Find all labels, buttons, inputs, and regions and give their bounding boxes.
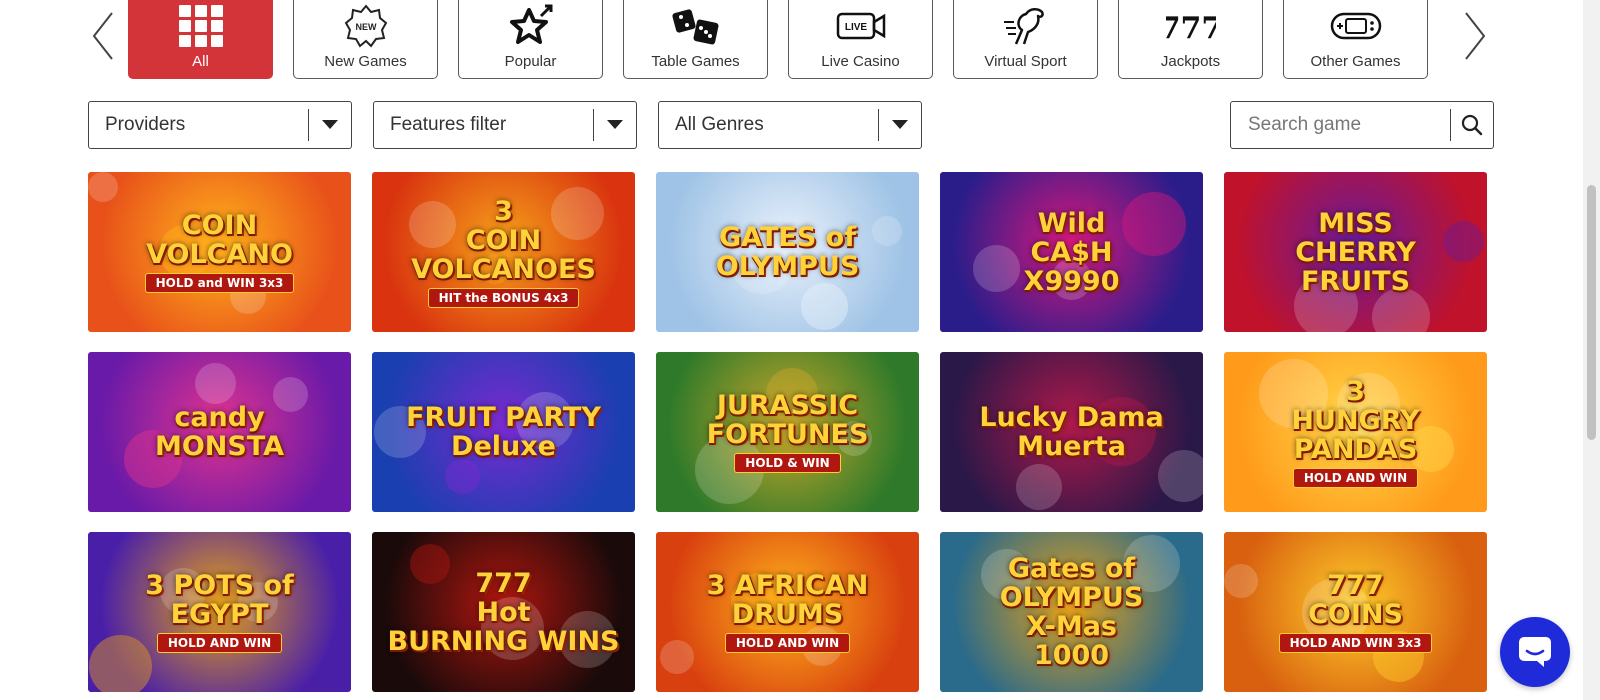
game-title: MISS CHERRY FRUITS bbox=[1295, 207, 1416, 297]
tile-artwork-shape bbox=[88, 172, 118, 202]
game-subtitle: HOLD & WIN bbox=[734, 453, 841, 473]
tile-artwork-shape bbox=[1016, 464, 1062, 510]
categories-next-arrow[interactable] bbox=[1460, 8, 1490, 64]
features-filter-value: Features filter bbox=[390, 114, 507, 135]
game-subtitle: HOLD and WIN 3x3 bbox=[144, 273, 295, 293]
tile-artwork-shape bbox=[801, 283, 848, 330]
game-tile[interactable]: 3 AFRICAN DRUMS HOLD AND WIN bbox=[656, 532, 919, 692]
game-title: candy MONSTA bbox=[154, 402, 285, 462]
game-title: 3 COIN VOLCANOES bbox=[411, 195, 596, 285]
category-table-games[interactable]: Table Games bbox=[623, 0, 768, 79]
search-box bbox=[1230, 101, 1494, 149]
new-badge-icon: NEW bbox=[344, 3, 388, 49]
providers-select[interactable]: Providers bbox=[88, 101, 352, 149]
game-subtitle: HOLD AND WIN bbox=[1292, 467, 1419, 488]
game-title: 3 POTS of EGYPT bbox=[145, 570, 294, 630]
dice-icon bbox=[671, 3, 721, 49]
game-title: Lucky Dama Muerta bbox=[979, 402, 1164, 462]
category-new-games[interactable]: NEW New Games bbox=[293, 0, 438, 79]
search-button[interactable] bbox=[1451, 114, 1493, 136]
category-live-casino[interactable]: LIVE Live Casino bbox=[788, 0, 933, 79]
tile-artwork-shape bbox=[195, 363, 236, 404]
chevron-left-icon bbox=[92, 12, 113, 60]
game-subtitle: HOLD AND WIN bbox=[724, 633, 851, 653]
game-title: 3 HUNGRY PANDAS bbox=[1291, 375, 1420, 465]
game-tile[interactable]: candy MONSTA bbox=[88, 352, 351, 512]
game-grid: COIN VOLCANO HOLD and WIN 3x3 3 COIN VOLCA… bbox=[88, 172, 1487, 692]
category-bar: All NEW New Games Popular Table Games LI… bbox=[128, 0, 1438, 80]
star-icon bbox=[507, 3, 555, 49]
game-tile[interactable]: 3 COIN VOLCANOES HIT the BONUS 4x3 bbox=[372, 172, 635, 332]
game-title: 777 COINS bbox=[1308, 570, 1403, 630]
grid-icon bbox=[177, 3, 225, 49]
svg-text:777: 777 bbox=[1166, 11, 1216, 46]
category-label: Virtual Sport bbox=[984, 53, 1067, 70]
live-camera-icon: LIVE bbox=[836, 3, 886, 49]
game-subtitle: HOLD AND WIN bbox=[156, 633, 283, 653]
horse-icon bbox=[1002, 3, 1050, 49]
game-tile[interactable]: JURASSIC FORTUNES HOLD & WIN bbox=[656, 352, 919, 512]
svg-text:NEW: NEW bbox=[355, 22, 377, 32]
category-all[interactable]: All bbox=[128, 0, 273, 79]
tile-artwork-shape bbox=[445, 459, 480, 494]
tile-artwork-shape bbox=[89, 635, 152, 692]
category-popular[interactable]: Popular bbox=[458, 0, 603, 79]
tile-artwork-shape bbox=[1443, 221, 1484, 262]
game-tile[interactable]: 777 COINS HOLD AND WIN 3x3 bbox=[1224, 532, 1487, 692]
category-jackpots[interactable]: 777 Jackpots bbox=[1118, 0, 1263, 79]
game-title: 3 AFRICAN DRUMS bbox=[706, 570, 869, 630]
category-label: Popular bbox=[504, 53, 557, 70]
tile-artwork-shape bbox=[660, 640, 694, 674]
game-tile[interactable]: Gates of OLYMPUS X-Mas 1000 bbox=[940, 532, 1203, 692]
search-icon bbox=[1461, 114, 1483, 136]
page-scrollbar[interactable] bbox=[1583, 0, 1600, 700]
game-tile[interactable]: Wild CA$H X9990 bbox=[940, 172, 1203, 332]
category-label: Table Games bbox=[651, 53, 740, 70]
category-label: New Games bbox=[324, 53, 407, 70]
tile-artwork-shape bbox=[1224, 564, 1258, 598]
categories-prev-arrow[interactable] bbox=[88, 8, 118, 64]
sevens-icon: 777 bbox=[1166, 3, 1216, 49]
game-tile[interactable]: MISS CHERRY FRUITS bbox=[1224, 172, 1487, 332]
category-virtual-sport[interactable]: Virtual Sport bbox=[953, 0, 1098, 79]
features-filter-select[interactable]: Features filter bbox=[373, 101, 637, 149]
category-other-games[interactable]: Other Games bbox=[1283, 0, 1428, 79]
gamepad-icon bbox=[1330, 3, 1382, 49]
game-subtitle: HIT the BONUS 4x3 bbox=[427, 287, 580, 308]
game-tile[interactable]: COIN VOLCANO HOLD and WIN 3x3 bbox=[88, 172, 351, 332]
genres-select[interactable]: All Genres bbox=[658, 101, 922, 149]
game-title: Wild CA$H X9990 bbox=[1023, 207, 1120, 297]
game-title: Gates of OLYMPUS X-Mas 1000 bbox=[999, 553, 1144, 671]
game-tile[interactable]: 3 POTS of EGYPT HOLD AND WIN bbox=[88, 532, 351, 692]
providers-select-value: Providers bbox=[105, 114, 186, 135]
tile-artwork-shape bbox=[1122, 192, 1186, 256]
game-title: COIN VOLCANO bbox=[146, 210, 293, 270]
game-tile[interactable]: FRUIT PARTY Deluxe bbox=[372, 352, 635, 512]
live-chat-button[interactable] bbox=[1500, 617, 1570, 687]
caret-down-icon bbox=[309, 120, 351, 130]
game-title: 777 Hot BURNING WINS bbox=[387, 567, 620, 657]
category-label: All bbox=[192, 53, 209, 70]
category-label: Live Casino bbox=[821, 53, 900, 70]
scrollbar-thumb[interactable] bbox=[1587, 185, 1596, 440]
category-label: Jackpots bbox=[1160, 53, 1221, 70]
game-tile[interactable]: Lucky Dama Muerta bbox=[940, 352, 1203, 512]
game-tile[interactable]: 3 HUNGRY PANDAS HOLD AND WIN bbox=[1224, 352, 1487, 512]
search-input[interactable] bbox=[1231, 113, 1450, 137]
category-label: Other Games bbox=[1310, 53, 1401, 70]
genres-select-value: All Genres bbox=[675, 114, 764, 135]
game-title: JURASSIC FORTUNES bbox=[706, 390, 869, 450]
game-title: FRUIT PARTY Deluxe bbox=[406, 402, 601, 462]
svg-text:LIVE: LIVE bbox=[844, 22, 867, 33]
caret-down-icon bbox=[594, 120, 636, 130]
chevron-right-icon bbox=[1465, 12, 1486, 60]
game-subtitle: HOLD AND WIN 3x3 bbox=[1278, 633, 1433, 653]
chat-bubble-icon bbox=[1519, 637, 1551, 667]
game-tile[interactable]: 777 Hot BURNING WINS bbox=[372, 532, 635, 692]
game-tile[interactable]: GATES of OLYMPUS bbox=[656, 172, 919, 332]
game-title: GATES of OLYMPUS bbox=[715, 222, 860, 282]
caret-down-icon bbox=[879, 120, 921, 130]
